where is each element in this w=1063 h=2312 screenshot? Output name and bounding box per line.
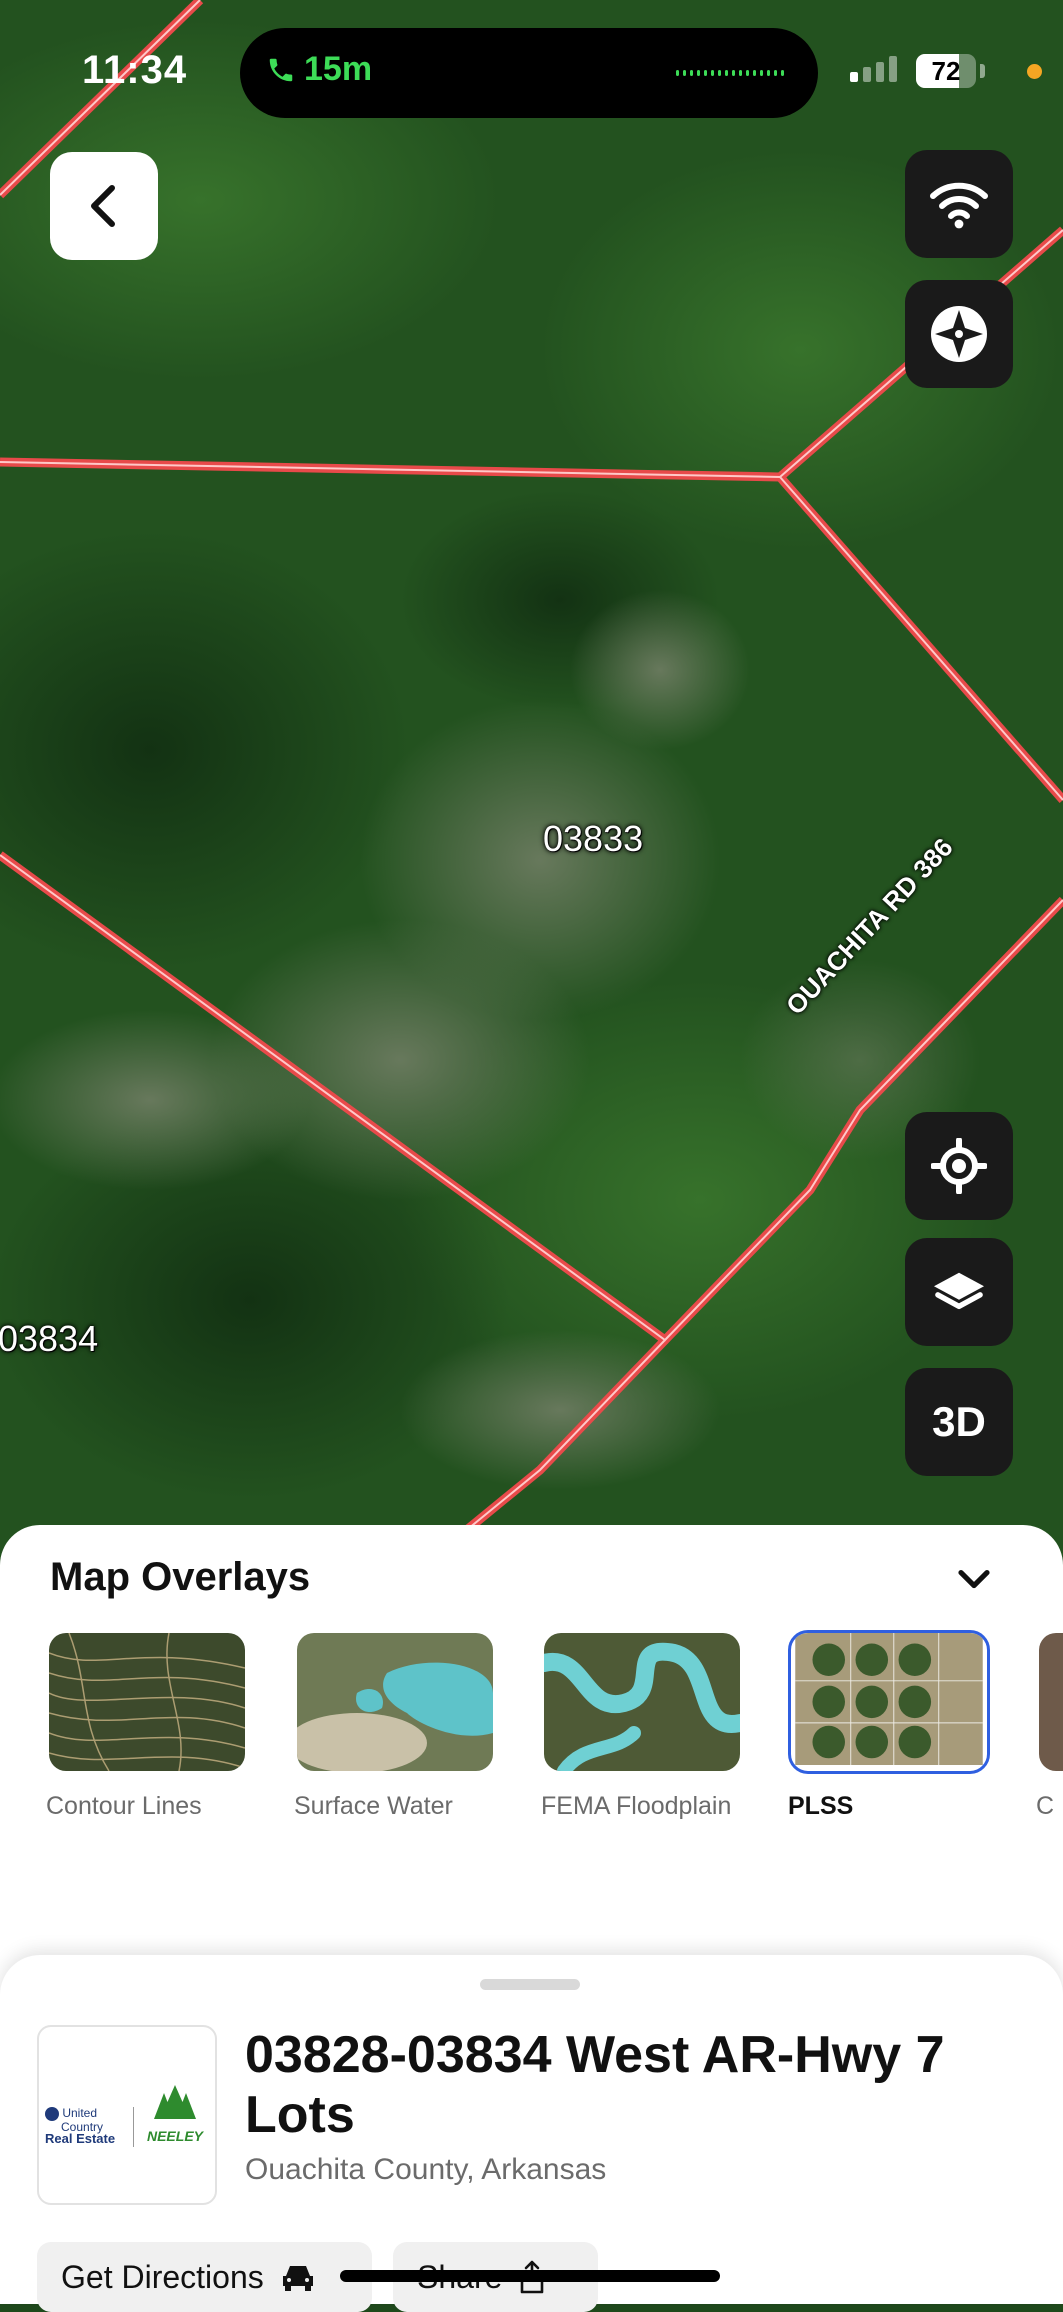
get-directions-button[interactable]: Get Directions [37,2242,372,2312]
neeley-logo: NEELEY [139,2083,211,2144]
home-indicator[interactable] [340,2270,720,2282]
battery-tip [980,64,985,78]
call-indicator[interactable]: 15m [266,50,372,89]
map-view[interactable]: 03833 03834 OUACHITA RD 386 [0,0,1063,1560]
logo-text: NEELEY [146,2128,203,2144]
overlays-title: Map Overlays [50,1555,311,1599]
sheet-grabber[interactable] [480,1979,580,1990]
parcel-label[interactable]: 03833 [543,818,643,860]
chevron-left-icon [91,185,115,227]
back-button[interactable] [50,152,158,260]
3d-toggle-button[interactable]: 3D [905,1368,1013,1476]
call-duration: 15m [304,50,373,88]
battery-level: 72 [931,56,961,86]
overlay-list[interactable]: Contour Lines Surface Water FEMA Floodpl… [46,1630,1063,1830]
plss-thumbnail [788,1630,990,1774]
compass-button[interactable] [905,280,1013,388]
listing-location: Ouachita County, Arkansas [245,2153,607,2186]
listing-title: 03828-03834 West AR-Hwy 7 Lots [245,2026,945,2144]
status-bar: 11:34 15m 72 [0,0,1063,130]
offline-maps-button[interactable] [905,150,1013,258]
layers-button[interactable] [905,1238,1013,1346]
overlay-label: C [1036,1792,1055,1820]
logo-text: Real Estate [45,2131,116,2146]
overlay-partial[interactable]: C [1036,1630,1063,1821]
dynamic-island[interactable]: 15m [240,28,818,118]
locate-icon [931,1138,987,1194]
overlay-label: PLSS [788,1792,854,1820]
directions-label: Get Directions [61,2258,264,2295]
tree-icon [154,2085,196,2119]
united-country-logo: United Country Real Estate [45,2107,135,2145]
listing-logo: United Country Real Estate NEELEY [37,2025,217,2205]
parcel-label[interactable]: 03834 [0,1318,98,1360]
overlay-surface-water[interactable]: Surface Water [294,1630,494,1821]
layers-icon [934,1272,984,1310]
phone-icon [269,58,293,81]
overlay-label: Surface Water [294,1792,453,1820]
audio-wave-icon [676,70,784,76]
overlay-label: Contour Lines [46,1792,202,1820]
signal-icon [850,56,897,82]
satellite-imagery [0,0,1063,1560]
map-overlays-panel: Map Overlays Contour Lines Surface Water… [0,1525,1063,2005]
partial-thumbnail [1036,1630,1063,1774]
battery-icon: 72 [916,54,976,88]
chevron-down-icon[interactable] [955,1567,993,1593]
car-icon [282,2266,313,2291]
privacy-dot [1027,64,1042,79]
overlay-fema-floodplain[interactable]: FEMA Floodplain [541,1630,741,1821]
contour-thumbnail [46,1630,248,1774]
logo-text: United [62,2106,98,2121]
surface-water-thumbnail [294,1630,496,1774]
overlay-label: FEMA Floodplain [541,1792,732,1820]
status-time: 11:34 [82,48,188,92]
compass-icon [931,306,987,362]
overlay-plss[interactable]: PLSS [788,1630,990,1821]
overlay-contour-lines[interactable]: Contour Lines [46,1630,246,1821]
locate-me-button[interactable] [905,1112,1013,1220]
listing-sheet[interactable]: United Country Real Estate NEELEY 03828-… [0,1955,1063,2312]
wifi-icon [930,182,988,229]
fema-thumbnail [541,1630,743,1774]
